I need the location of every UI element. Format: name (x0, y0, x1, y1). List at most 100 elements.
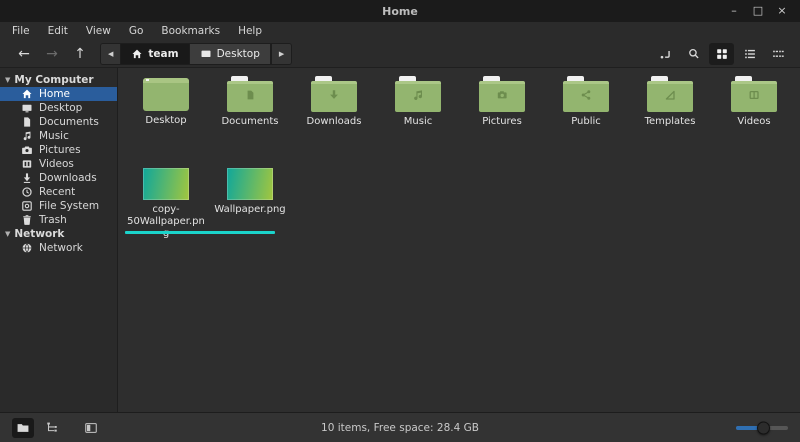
breadcrumb-segment-team[interactable]: team (121, 43, 190, 64)
sidebar-item-network[interactable]: Network (0, 241, 117, 255)
sidebar-item-home[interactable]: Home (0, 87, 117, 101)
disk-icon (22, 201, 32, 211)
zoom-slider[interactable] (736, 421, 788, 435)
search-button[interactable] (681, 43, 706, 65)
zoom-slider-track[interactable] (736, 421, 788, 434)
sidebar-item-label: Downloads (39, 172, 97, 184)
sidebar-item-label: Network (39, 242, 83, 254)
sidebar-item-documents[interactable]: Documents (0, 115, 117, 129)
file-item-label: Videos (737, 116, 771, 127)
menu-edit[interactable]: Edit (39, 22, 77, 40)
location-entry-button[interactable] (653, 43, 678, 65)
home-icon (22, 89, 32, 99)
menu-file[interactable]: File (3, 22, 39, 40)
minimize-button[interactable]: – (722, 0, 746, 22)
window-title: Home (382, 4, 418, 18)
breadcrumb-segment-desktop[interactable]: Desktop (189, 43, 271, 64)
statusbar: 10 items, Free space: 28.4 GB (0, 412, 800, 442)
folder-icon (647, 76, 693, 112)
breadcrumb-next-button[interactable]: ▶ (270, 43, 292, 64)
zoom-slider-knob[interactable] (757, 421, 770, 434)
toggle-sidebar-button[interactable] (80, 418, 102, 438)
file-item-wallpaper[interactable]: Wallpaper.png (208, 166, 292, 240)
compact-view-button[interactable] (765, 43, 790, 65)
sidebar-item-label: Pictures (39, 144, 81, 156)
sidebar-item-pictures[interactable]: Pictures (0, 143, 117, 157)
menu-go[interactable]: Go (120, 22, 153, 40)
file-item-label: Documents (221, 116, 279, 127)
sidebar-item-label: Desktop (39, 102, 83, 114)
document-icon (24, 117, 31, 127)
sidebar-item-desktop[interactable]: Desktop (0, 101, 117, 115)
back-button[interactable]: ← (10, 46, 38, 62)
camera-emblem-icon (497, 91, 507, 99)
down-arrow-icon (23, 173, 31, 183)
sidebar-item-label: Documents (39, 116, 99, 128)
close-button[interactable]: × (770, 0, 794, 22)
file-item-copy-50wallpaper[interactable]: copy-50Wallpaper.png (124, 166, 208, 240)
tree-view-button[interactable] (41, 418, 63, 438)
menu-view[interactable]: View (77, 22, 120, 40)
file-item-label: copy-50Wallpaper.png (127, 204, 205, 239)
grid-view-button[interactable] (709, 42, 734, 65)
file-item-music[interactable]: Music (376, 76, 460, 128)
menu-bookmarks[interactable]: Bookmarks (152, 22, 229, 40)
maximize-button[interactable]: □ (746, 0, 770, 22)
up-button[interactable]: ↑ (66, 46, 94, 62)
sidebar-section-network[interactable]: ▼ Network (0, 227, 117, 241)
file-view[interactable]: Desktop Documents Downloads Music Pictur… (118, 68, 800, 412)
sidebar-item-music[interactable]: Music (0, 129, 117, 143)
window-controls: – □ × (722, 0, 800, 22)
image-thumbnail (227, 168, 273, 200)
file-item-label: Desktop (145, 115, 187, 126)
sidebar-item-downloads[interactable]: Downloads (0, 171, 117, 185)
camera-icon (22, 146, 32, 155)
sidebar: ▼ My Computer Home Desktop Documents Mus… (0, 68, 118, 412)
trash-icon (23, 215, 31, 225)
search-icon (688, 48, 699, 58)
file-item-downloads[interactable]: Downloads (292, 76, 376, 128)
set-square-emblem-icon (665, 90, 675, 100)
down-arrow-emblem-icon (330, 90, 338, 99)
sidebar-section-my-computer[interactable]: ▼ My Computer (0, 73, 117, 87)
sidebar-toggle-icon (85, 422, 97, 433)
file-item-pictures[interactable]: Pictures (460, 76, 544, 128)
list-view-button[interactable] (737, 43, 762, 65)
image-thumbnail (143, 168, 189, 200)
places-view-button[interactable] (12, 417, 34, 438)
folder-icon (311, 76, 357, 112)
titlebar[interactable]: Home – □ × (0, 0, 800, 22)
folder-icon (563, 76, 609, 112)
forward-button[interactable]: → (38, 46, 66, 62)
file-item-videos[interactable]: Videos (712, 76, 796, 128)
sidebar-section-label: My Computer (14, 74, 94, 86)
folder-icon (227, 76, 273, 112)
sidebar-item-trash[interactable]: Trash (0, 213, 117, 227)
desktop-icon (22, 104, 32, 113)
globe-icon (22, 243, 32, 253)
image-file-row: copy-50Wallpaper.png Wallpaper.png (124, 166, 800, 240)
file-item-templates[interactable]: Templates (628, 76, 712, 128)
sidebar-item-file-system[interactable]: File System (0, 199, 117, 213)
sidebar-item-label: File System (39, 200, 100, 212)
sidebar-item-label: Music (39, 130, 69, 142)
file-item-label: Wallpaper.png (214, 204, 286, 215)
music-note-emblem-icon (414, 90, 422, 100)
document-emblem-icon (247, 90, 254, 100)
grid-view-icon (716, 48, 727, 59)
file-item-desktop[interactable]: Desktop (124, 76, 208, 128)
sidebar-item-label: Recent (39, 186, 76, 198)
sidebar-item-label: Videos (39, 158, 74, 170)
sidebar-item-label: Home (39, 88, 71, 100)
menu-help[interactable]: Help (229, 22, 271, 40)
sidebar-item-recent[interactable]: Recent (0, 185, 117, 199)
file-item-public[interactable]: Public (544, 76, 628, 128)
expander-triangle-icon: ▼ (5, 76, 11, 84)
desktop-folder-icon (143, 78, 189, 111)
music-note-icon (23, 131, 31, 141)
breadcrumb-label: team (148, 47, 179, 60)
breadcrumb-prev-button[interactable]: ◀ (101, 43, 122, 64)
file-item-documents[interactable]: Documents (208, 76, 292, 128)
desktop-icon (201, 50, 211, 57)
sidebar-item-videos[interactable]: Videos (0, 157, 117, 171)
